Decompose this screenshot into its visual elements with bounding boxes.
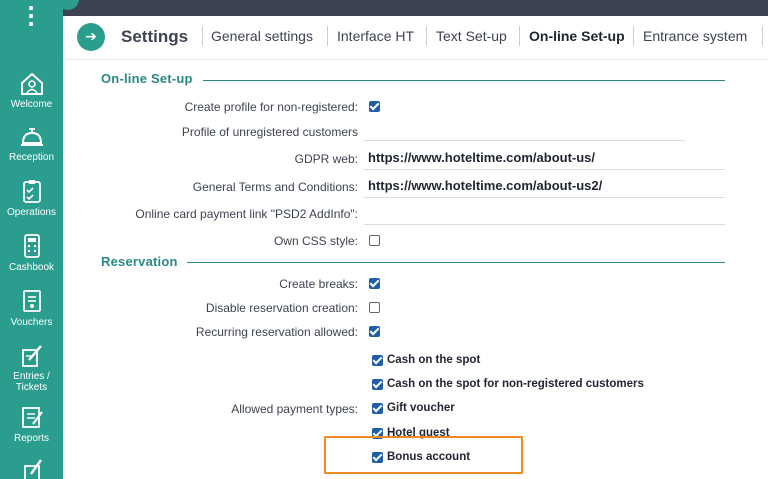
payment-cash-checkbox[interactable] (372, 355, 383, 366)
section-divider (187, 262, 725, 263)
calculator-icon (23, 234, 40, 258)
sidebar-item-more[interactable] (0, 458, 63, 479)
payment-cash-nonregistered-checkbox[interactable] (372, 379, 383, 390)
gdpr-web-label: GDPR web: (294, 152, 358, 166)
more-menu-icon[interactable]: · · · (24, 0, 38, 34)
tab-entrance-system[interactable]: Entrance system (643, 28, 747, 44)
sidebar-item-reception[interactable]: Reception (0, 125, 63, 163)
terms-conditions-field[interactable]: https://www.hoteltime.com/about-us2/ (368, 178, 602, 193)
sidebar-item-label: Welcome (10, 99, 53, 110)
allowed-payment-types-label: Allowed payment types: (231, 402, 358, 416)
tab-divider (327, 26, 328, 46)
tab-text-setup[interactable]: Text Set-up (436, 28, 507, 44)
sidebar-item-welcome[interactable]: Welcome (0, 72, 63, 110)
bell-icon (20, 128, 43, 146)
sidebar-item-label: Vouchers (10, 317, 53, 328)
payment-gift-voucher-checkbox[interactable] (372, 403, 383, 414)
section-divider (203, 80, 725, 81)
create-profile-label: Create profile for non-registered: (184, 100, 358, 114)
sidebar-item-entries-tickets[interactable]: Entries / Tickets (0, 342, 63, 393)
clipboard-icon (22, 180, 41, 203)
profile-unregistered-label: Profile of unregistered customers (181, 125, 358, 139)
tab-interface-ht[interactable]: Interface HT (337, 28, 414, 44)
disable-reservation-checkbox[interactable] (369, 302, 380, 313)
payment-cash-label: Cash on the spot (387, 354, 481, 366)
create-breaks-checkbox[interactable] (369, 278, 380, 289)
tab-general-settings[interactable]: General settings (211, 28, 313, 44)
sidebar-item-operations[interactable]: Operations (0, 178, 63, 218)
create-breaks-label: Create breaks: (279, 277, 358, 291)
create-profile-checkbox[interactable] (369, 101, 380, 112)
sidebar-item-label: Operations (7, 207, 56, 218)
own-css-label: Own CSS style: (273, 234, 358, 248)
sidebar-item-cashbook[interactable]: Cashbook (0, 233, 63, 273)
sidebar-item-label: Reception (8, 152, 55, 163)
back-arrow-icon[interactable]: ➔ (77, 23, 105, 51)
field-underline (364, 197, 725, 198)
sidebar-item-label: Cashbook (8, 262, 55, 273)
tab-online-setup[interactable]: On-line Set-up (529, 28, 625, 44)
sidebar-item-label: Entries / Tickets (13, 371, 50, 393)
sidebar: · · · Welcome Reception Operations Cashboo… (0, 0, 63, 479)
disable-reservation-label: Disable reservation creation: (205, 301, 358, 315)
top-bar (57, 0, 768, 16)
sidebar-item-vouchers[interactable]: Vouchers (0, 288, 63, 328)
sidebar-item-label: Reports (13, 433, 49, 444)
own-css-checkbox[interactable] (369, 235, 380, 246)
voucher-icon (22, 290, 41, 312)
settings-tab-bar: ➔ Settings General settings Interface HT… (63, 16, 768, 60)
recurring-reservation-checkbox[interactable] (369, 326, 380, 337)
recurring-reservation-label: Recurring reservation allowed: (195, 325, 358, 339)
field-underline (364, 224, 725, 225)
card-payment-link-label: Online card payment link "PSD2 AddInfo": (135, 207, 358, 221)
tab-divider (519, 26, 520, 46)
section-title-online-setup: On-line Set-up (101, 71, 193, 86)
pencil-icon (21, 345, 42, 367)
tab-divider (426, 26, 427, 46)
terms-conditions-label: General Terms and Conditions: (192, 180, 358, 194)
tab-divider (202, 26, 203, 46)
payment-cash-nonregistered-label: Cash on the spot for non-registered cust… (387, 378, 644, 390)
payment-gift-voucher-label: Gift voucher (387, 402, 455, 414)
highlight-box (324, 436, 523, 474)
report-icon (21, 407, 43, 428)
home-icon (20, 73, 43, 95)
tab-divider (633, 26, 634, 46)
tab-divider (762, 26, 763, 46)
field-underline (364, 140, 685, 141)
pencil-icon (23, 459, 42, 479)
sidebar-item-reports[interactable]: Reports (0, 404, 63, 444)
field-underline (364, 169, 725, 170)
page-title: Settings (121, 27, 189, 46)
gdpr-web-field[interactable]: https://www.hoteltime.com/about-us/ (368, 150, 595, 165)
section-title-reservation: Reservation (101, 254, 178, 269)
